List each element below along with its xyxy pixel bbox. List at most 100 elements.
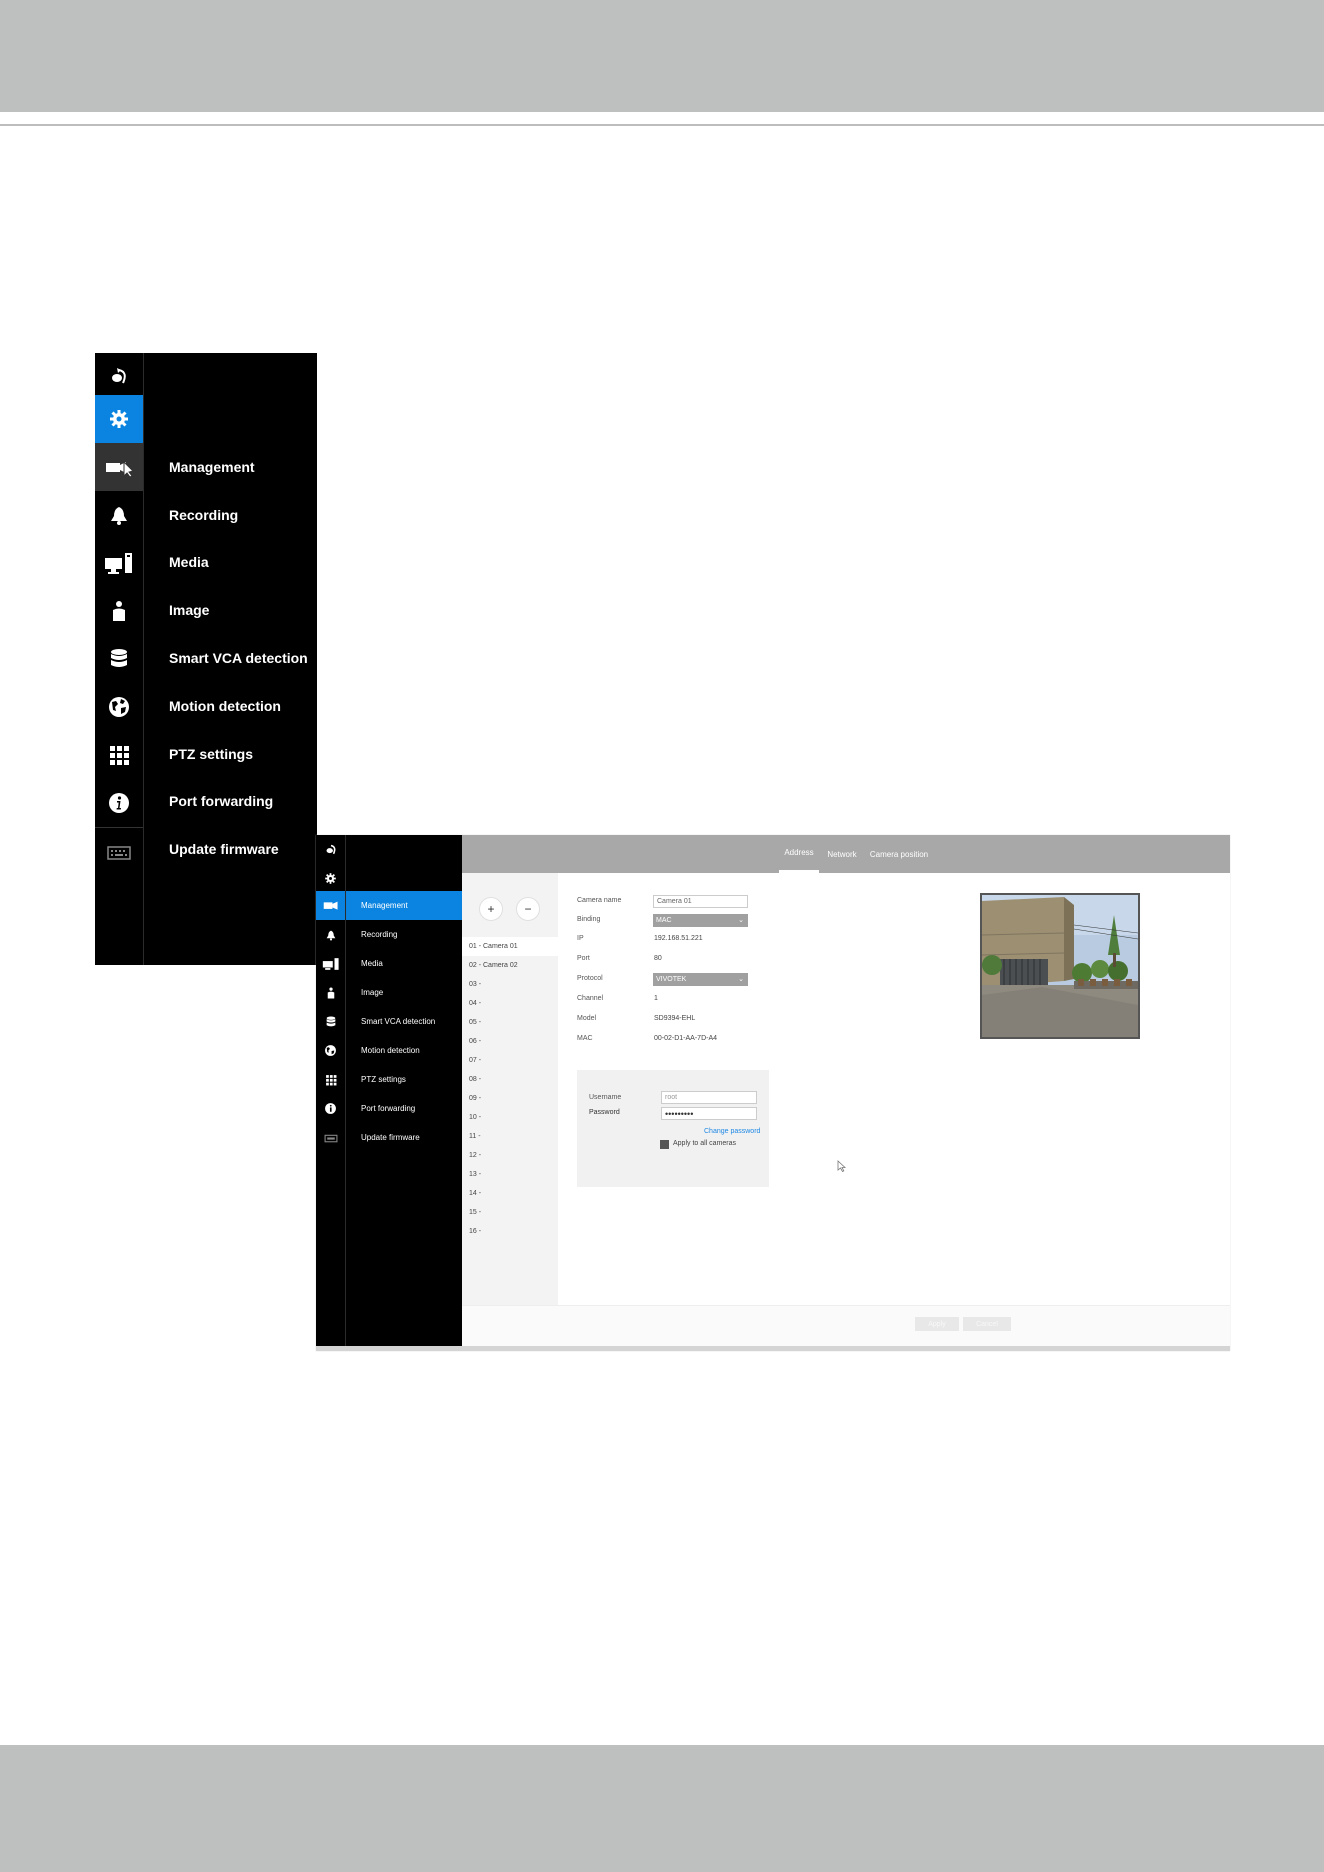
- monitor-icon[interactable]: [316, 949, 345, 978]
- gear-icon[interactable]: [95, 395, 143, 443]
- camera-list-item[interactable]: 13 -: [462, 1165, 558, 1184]
- nav-smart-vca-detection[interactable]: Smart VCA detection: [346, 1007, 463, 1036]
- camera-list-item[interactable]: 06 -: [462, 1032, 558, 1051]
- page-footer-band: [0, 1745, 1324, 1872]
- menu-item-ptz-settings[interactable]: PTZ settings: [169, 746, 253, 762]
- camera-list-item[interactable]: 09 -: [462, 1089, 558, 1108]
- grid-icon[interactable]: [95, 731, 143, 779]
- nav-update-firmware[interactable]: Update firmware: [346, 1123, 463, 1152]
- camera-list-item[interactable]: 05 -: [462, 1013, 558, 1032]
- settings-nav: Management Recording Media Image Smart V…: [345, 835, 463, 1351]
- username-label: Username: [589, 1094, 622, 1101]
- menu-item-smart-vca-detection[interactable]: Smart VCA detection: [169, 650, 308, 666]
- menu-item-port-forwarding[interactable]: Port forwarding: [169, 793, 273, 809]
- camera-list-item[interactable]: 04 -: [462, 994, 558, 1013]
- keyboard-icon[interactable]: [316, 1123, 345, 1152]
- camera-list-item[interactable]: 01 - Camera 01: [462, 937, 558, 956]
- model-value: SD9394-EHL: [654, 1015, 696, 1022]
- apply-all-checkbox[interactable]: [660, 1140, 669, 1149]
- bell-icon[interactable]: [316, 920, 345, 949]
- camera-list-item[interactable]: 14 -: [462, 1184, 558, 1203]
- page-header-band: [0, 0, 1324, 112]
- nav-motion-detection[interactable]: Motion detection: [346, 1036, 463, 1065]
- nav-management[interactable]: Management: [346, 891, 463, 920]
- page-header-rule: [0, 124, 1324, 126]
- person-icon[interactable]: [95, 587, 143, 635]
- username-input[interactable]: root: [661, 1091, 757, 1104]
- apply-all-label: Apply to all cameras: [673, 1140, 737, 1147]
- binding-select[interactable]: MAC ⌄: [653, 914, 748, 927]
- person-icon[interactable]: [316, 978, 345, 1007]
- tab-camera-position[interactable]: Camera position: [866, 835, 932, 873]
- nav-recording[interactable]: Recording: [346, 920, 463, 949]
- camera-list-item[interactable]: 03 -: [462, 975, 558, 994]
- model-label: Model: [577, 1015, 597, 1022]
- nav-image[interactable]: Image: [346, 978, 463, 1007]
- back-icon[interactable]: [95, 353, 143, 401]
- camera-list-item[interactable]: 10 -: [462, 1108, 558, 1127]
- settings-menu-enlarged: Management Recording Media Image Smart V…: [95, 353, 317, 965]
- action-footer: [462, 1305, 1230, 1348]
- bell-icon[interactable]: [95, 491, 143, 539]
- chevron-down-icon: ⌄: [738, 976, 744, 983]
- grid-icon[interactable]: [316, 1065, 345, 1094]
- binding-label: Binding: [577, 916, 601, 923]
- ip-value: 192.168.51.221: [654, 935, 703, 942]
- password-input[interactable]: •••••••••: [661, 1107, 757, 1120]
- menu-item-update-firmware[interactable]: Update firmware: [169, 841, 279, 857]
- change-password-link[interactable]: Change password: [704, 1128, 760, 1135]
- chevron-down-icon: ⌄: [738, 917, 744, 924]
- apply-button[interactable]: Apply: [915, 1317, 959, 1331]
- database-icon[interactable]: [95, 635, 143, 683]
- globe-icon[interactable]: [95, 683, 143, 731]
- camera-icon[interactable]: [316, 891, 345, 920]
- camera-name-label: Camera name: [577, 897, 622, 904]
- channel-label: Channel: [577, 995, 604, 1002]
- info-icon[interactable]: [316, 1094, 345, 1123]
- menu-item-recording[interactable]: Recording: [169, 507, 238, 523]
- remove-camera-button[interactable]: −: [516, 897, 540, 921]
- info-icon[interactable]: [95, 779, 143, 827]
- camera-list-item[interactable]: 08 -: [462, 1070, 558, 1089]
- nav-media[interactable]: Media: [346, 949, 463, 978]
- menu-item-image[interactable]: Image: [169, 602, 209, 618]
- protocol-label: Protocol: [577, 975, 603, 982]
- add-camera-button[interactable]: +: [479, 897, 503, 921]
- camera-list-item[interactable]: 16 -: [462, 1222, 558, 1241]
- port-label: Port: [577, 955, 590, 962]
- camera-preview-image: [980, 893, 1140, 1039]
- camera-name-input[interactable]: Camera 01: [653, 895, 748, 908]
- camera-list-item[interactable]: 07 -: [462, 1051, 558, 1070]
- protocol-select-value: VIVOTEK: [656, 976, 687, 983]
- monitor-icon[interactable]: [95, 539, 143, 587]
- mac-value: 00-02-D1-AA-7D-A4: [654, 1035, 718, 1042]
- gear-icon[interactable]: [316, 864, 345, 893]
- database-icon[interactable]: [316, 1007, 345, 1036]
- camera-icon[interactable]: [95, 443, 143, 491]
- nav-ptz-settings[interactable]: PTZ settings: [346, 1065, 463, 1094]
- camera-list-item[interactable]: 11 -: [462, 1127, 558, 1146]
- cancel-button[interactable]: Cancel: [963, 1317, 1011, 1331]
- camera-list-item[interactable]: 15 -: [462, 1203, 558, 1222]
- mouse-cursor-icon: [837, 1159, 847, 1177]
- window-bottom-strip: [316, 1346, 1230, 1351]
- mac-label: MAC: [577, 1035, 593, 1042]
- nav-port-forwarding[interactable]: Port forwarding: [346, 1094, 463, 1123]
- globe-icon[interactable]: [316, 1036, 345, 1065]
- menu-item-media[interactable]: Media: [169, 554, 209, 570]
- menu-item-motion-detection[interactable]: Motion detection: [169, 698, 281, 714]
- sidebar-divider: [143, 353, 144, 965]
- port-value: 80: [654, 955, 662, 962]
- icon-sidebar: [316, 835, 345, 1351]
- password-label: Password: [589, 1109, 620, 1116]
- back-icon[interactable]: [316, 835, 345, 864]
- keyboard-icon[interactable]: [95, 827, 143, 876]
- camera-list-item[interactable]: 02 - Camera 02: [462, 956, 558, 975]
- camera-list-item[interactable]: 12 -: [462, 1146, 558, 1165]
- binding-select-value: MAC: [656, 917, 672, 924]
- protocol-select[interactable]: VIVOTEK ⌄: [653, 973, 748, 986]
- tab-address[interactable]: Address: [779, 835, 819, 873]
- menu-item-management[interactable]: Management: [169, 459, 255, 475]
- tab-bar: Address Network Camera position: [462, 835, 1230, 873]
- tab-network[interactable]: Network: [824, 835, 860, 873]
